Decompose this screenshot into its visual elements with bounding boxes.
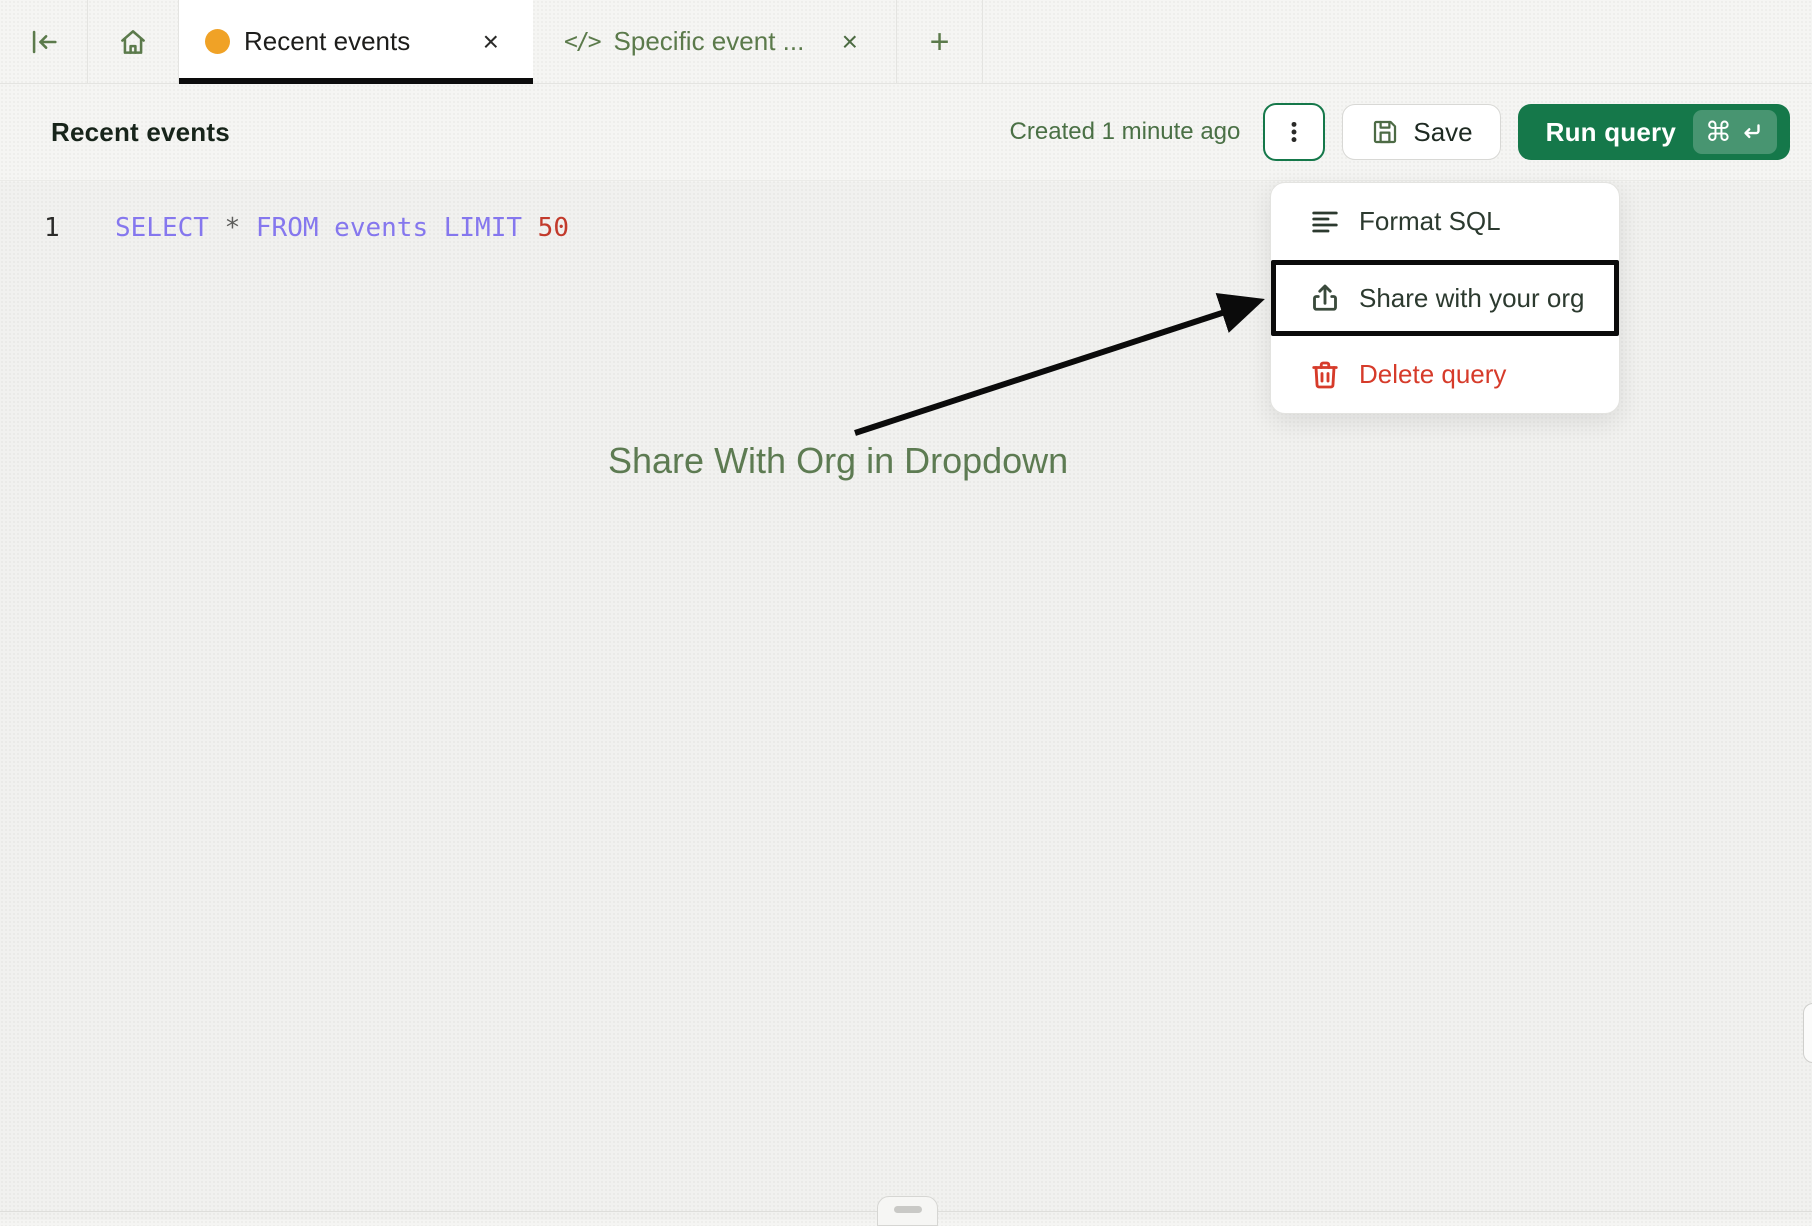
code-tab-icon: </>: [564, 29, 600, 55]
close-tab-icon[interactable]: ×: [479, 26, 503, 58]
header-actions: Created 1 minute ago Save Run query ⌘: [1010, 103, 1790, 161]
sql-query-editor-app: { "tabbar": { "tabs": [ { "label": "Rece…: [0, 0, 1812, 1220]
page-title: Recent events: [51, 117, 230, 148]
annotation-text: Share With Org in Dropdown: [608, 440, 1068, 482]
return-key-icon: [1739, 119, 1765, 145]
format-sql-icon: [1307, 204, 1343, 240]
sql-token: 50: [538, 213, 569, 243]
menu-item-share-with-org[interactable]: Share with your org: [1271, 260, 1619, 336]
tab-bar: Recent events × </> Specific event ... ×…: [0, 0, 1812, 84]
tab-specific-event[interactable]: </> Specific event ... ×: [533, 0, 897, 83]
collapse-sidebar-icon: [27, 25, 61, 59]
drag-handle-icon: [894, 1206, 922, 1213]
save-button-label: Save: [1413, 117, 1472, 148]
home-icon: [116, 25, 150, 59]
sql-token: FROM: [256, 213, 334, 243]
kebab-menu-icon: [1280, 117, 1308, 147]
query-header: Recent events Created 1 minute ago Save …: [0, 84, 1812, 181]
menu-item-label: Share with your org: [1359, 283, 1584, 314]
run-query-button[interactable]: Run query ⌘: [1518, 104, 1790, 160]
home-button[interactable]: [88, 0, 179, 83]
sql-token: LIMIT: [444, 213, 538, 243]
upload-icon: [1307, 280, 1343, 316]
sql-token: events: [334, 213, 444, 243]
tab-recent-events[interactable]: Recent events ×: [179, 0, 533, 83]
command-key-icon: ⌘: [1705, 119, 1732, 146]
keyboard-shortcut-badge: ⌘: [1693, 110, 1777, 154]
created-timestamp: Created 1 minute ago: [1010, 118, 1241, 146]
menu-item-format-sql[interactable]: Format SQL: [1271, 183, 1619, 260]
menu-item-label: Delete query: [1359, 359, 1506, 390]
tab-label: Specific event ...: [614, 26, 805, 57]
trash-icon: [1307, 357, 1343, 393]
sql-code-line[interactable]: SELECT * FROM events LIMIT 50: [115, 213, 569, 243]
tab-label: Recent events: [244, 26, 410, 57]
sql-token: *: [225, 213, 256, 243]
menu-item-delete-query[interactable]: Delete query: [1271, 336, 1619, 413]
save-disk-icon: [1370, 117, 1400, 147]
unsaved-changes-dot: [205, 29, 230, 54]
collapse-sidebar-button[interactable]: [0, 0, 88, 83]
save-button[interactable]: Save: [1342, 104, 1500, 160]
menu-item-label: Format SQL: [1359, 206, 1501, 237]
editor-line-number: 1: [44, 213, 60, 243]
results-panel-drag-handle[interactable]: [877, 1196, 938, 1226]
new-tab-button[interactable]: +: [897, 0, 983, 83]
more-options-button[interactable]: [1263, 103, 1325, 161]
query-options-dropdown: Format SQL Share with your org Delete qu…: [1270, 182, 1620, 414]
right-panel-drag-handle[interactable]: [1803, 1003, 1812, 1063]
run-query-label: Run query: [1546, 117, 1676, 148]
sql-token: SELECT: [115, 213, 225, 243]
plus-icon: +: [930, 25, 950, 59]
close-tab-icon[interactable]: ×: [838, 26, 862, 58]
